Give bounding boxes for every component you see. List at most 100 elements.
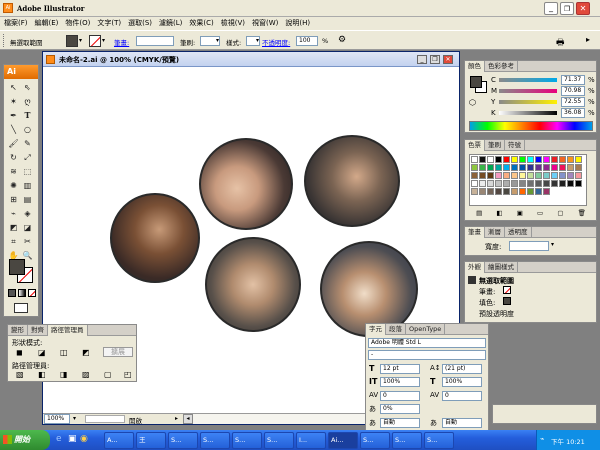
swatch[interactable] <box>575 180 582 187</box>
tracking-field[interactable]: 0 <box>442 391 482 401</box>
expand-button[interactable]: 擴展 <box>103 347 133 357</box>
swatch[interactable] <box>519 156 526 163</box>
swatch[interactable] <box>511 156 518 163</box>
zoom-field[interactable]: 100% <box>44 414 70 424</box>
swatch[interactable] <box>471 164 478 171</box>
swatch[interactable] <box>575 172 582 179</box>
tab-color-guide[interactable]: 色彩參考 <box>485 61 518 72</box>
color-fill-swatch[interactable] <box>470 76 482 88</box>
swatch[interactable] <box>479 172 486 179</box>
channel-y-slider[interactable] <box>499 100 557 104</box>
fill-color-box[interactable] <box>9 259 25 275</box>
outline-icon[interactable]: ▢ <box>104 370 112 379</box>
exclude-icon[interactable]: ◩ <box>82 348 90 357</box>
color-spectrum-bar[interactable] <box>469 121 593 131</box>
swatch[interactable] <box>551 180 558 187</box>
appearance-row-opacity[interactable]: 預設透明度 <box>479 309 514 319</box>
channel-y-value[interactable]: 72.55 <box>561 97 585 107</box>
pen-tool-icon[interactable]: ✒ <box>7 109 20 122</box>
new-color-group-icon[interactable]: ▭ <box>537 209 543 219</box>
gradient-tool-icon[interactable]: ▤ <box>21 193 34 206</box>
menu-file[interactable]: 檔案(F) <box>4 17 28 30</box>
free-transform-tool-icon[interactable]: ⬚ <box>21 165 34 178</box>
font-size-field[interactable]: 12 pt <box>380 364 420 374</box>
stroke-width-dropdown-icon[interactable]: ▾ <box>551 241 554 248</box>
line-tool-icon[interactable]: ╲ <box>7 123 20 136</box>
taskbar-item[interactable]: S... <box>200 432 230 449</box>
swatch[interactable] <box>527 156 534 163</box>
swatch[interactable] <box>575 164 582 171</box>
swatch[interactable] <box>527 188 534 195</box>
swatch[interactable] <box>487 180 494 187</box>
pencil-tool-icon[interactable]: ✎ <box>21 137 34 150</box>
minus-front-icon[interactable]: ◪ <box>38 348 46 357</box>
warp-tool-icon[interactable]: ≋ <box>7 165 20 178</box>
swatch[interactable] <box>503 172 510 179</box>
blend-tool-icon[interactable]: ◈ <box>21 207 34 220</box>
scale-tool-icon[interactable]: ⤢ <box>21 151 34 164</box>
swatch[interactable] <box>551 172 558 179</box>
screen-mode-button[interactable] <box>14 303 28 313</box>
start-button[interactable]: 開始 <box>0 430 50 450</box>
swatch[interactable] <box>567 172 574 179</box>
taskbar-item[interactable]: S... <box>424 432 454 449</box>
swatch[interactable] <box>551 164 558 171</box>
brush-picker[interactable]: ▾ <box>200 36 220 46</box>
new-swatch-icon[interactable]: ▢ <box>557 209 563 219</box>
swatch-none[interactable] <box>471 156 478 163</box>
swatch[interactable] <box>527 180 534 187</box>
swatch[interactable] <box>519 172 526 179</box>
swatch[interactable] <box>503 164 510 171</box>
channel-k-value[interactable]: 36.08 <box>561 108 585 118</box>
merge-icon[interactable]: ◨ <box>60 370 68 379</box>
photo-circle-mother-baby[interactable] <box>199 138 293 230</box>
direct-selection-tool-icon[interactable]: ⇖ <box>21 81 34 94</box>
fill-swatch[interactable] <box>66 35 78 47</box>
tray-icon[interactable]: ⌁ <box>540 435 544 443</box>
minus-back-icon[interactable]: ◰ <box>124 370 132 379</box>
swatch[interactable] <box>503 180 510 187</box>
swatch[interactable] <box>479 188 486 195</box>
vertical-scale-field[interactable]: 100% <box>380 377 420 387</box>
swatch[interactable] <box>535 156 542 163</box>
swatch[interactable] <box>527 164 534 171</box>
photo-circle-couple-1[interactable] <box>110 193 200 283</box>
taskbar-item[interactable]: S... <box>360 432 390 449</box>
horizontal-scale-field[interactable]: 100% <box>442 377 482 387</box>
tab-opentype[interactable]: OpenType <box>406 324 446 335</box>
channel-k-slider[interactable] <box>499 111 557 115</box>
swatch[interactable] <box>471 180 478 187</box>
eyedropper-tool-icon[interactable]: ⌁ <box>7 207 20 220</box>
menu-object[interactable]: 物件(O) <box>65 17 90 30</box>
doc-minimize-button[interactable]: _ <box>417 55 427 64</box>
swatch-registration[interactable] <box>479 156 486 163</box>
swatch[interactable] <box>503 188 510 195</box>
swatch-options-icon[interactable]: ▣ <box>517 209 523 219</box>
swatch[interactable] <box>535 164 542 171</box>
swatch[interactable] <box>559 164 566 171</box>
swatch[interactable] <box>543 172 550 179</box>
rotate-tool-icon[interactable]: ↻ <box>7 151 20 164</box>
swatch[interactable] <box>479 180 486 187</box>
photo-circle-couple-2[interactable] <box>304 135 400 227</box>
tab-brushes[interactable]: 筆刷 <box>485 140 505 151</box>
swatch[interactable] <box>487 172 494 179</box>
close-button[interactable]: ✕ <box>576 2 590 15</box>
zoom-dropdown-icon[interactable]: ▾ <box>73 415 76 422</box>
status-menu-icon[interactable]: ▸ <box>175 415 178 422</box>
control-menu-icon[interactable]: ▸ <box>586 35 590 44</box>
tsume-field[interactable]: 0% <box>380 404 420 414</box>
swatch[interactable] <box>511 172 518 179</box>
delete-swatch-icon[interactable]: 🗑 <box>578 209 586 219</box>
swatch[interactable] <box>567 180 574 187</box>
slice-tool-icon[interactable]: ⌗ <box>7 235 20 248</box>
kerning-field[interactable]: 0 <box>380 391 420 401</box>
swatch[interactable] <box>495 156 502 163</box>
taskbar-item[interactable]: 王 <box>136 432 166 449</box>
tab-transparency[interactable]: 透明度 <box>505 227 532 238</box>
taskbar-item[interactable]: A... <box>104 432 134 449</box>
menu-type[interactable]: 文字(T) <box>97 17 121 30</box>
paintbrush-tool-icon[interactable]: 🖌 <box>7 137 20 150</box>
appearance-row-stroke[interactable]: 筆畫: <box>479 287 495 297</box>
menu-filter[interactable]: 濾鏡(L) <box>159 17 182 30</box>
